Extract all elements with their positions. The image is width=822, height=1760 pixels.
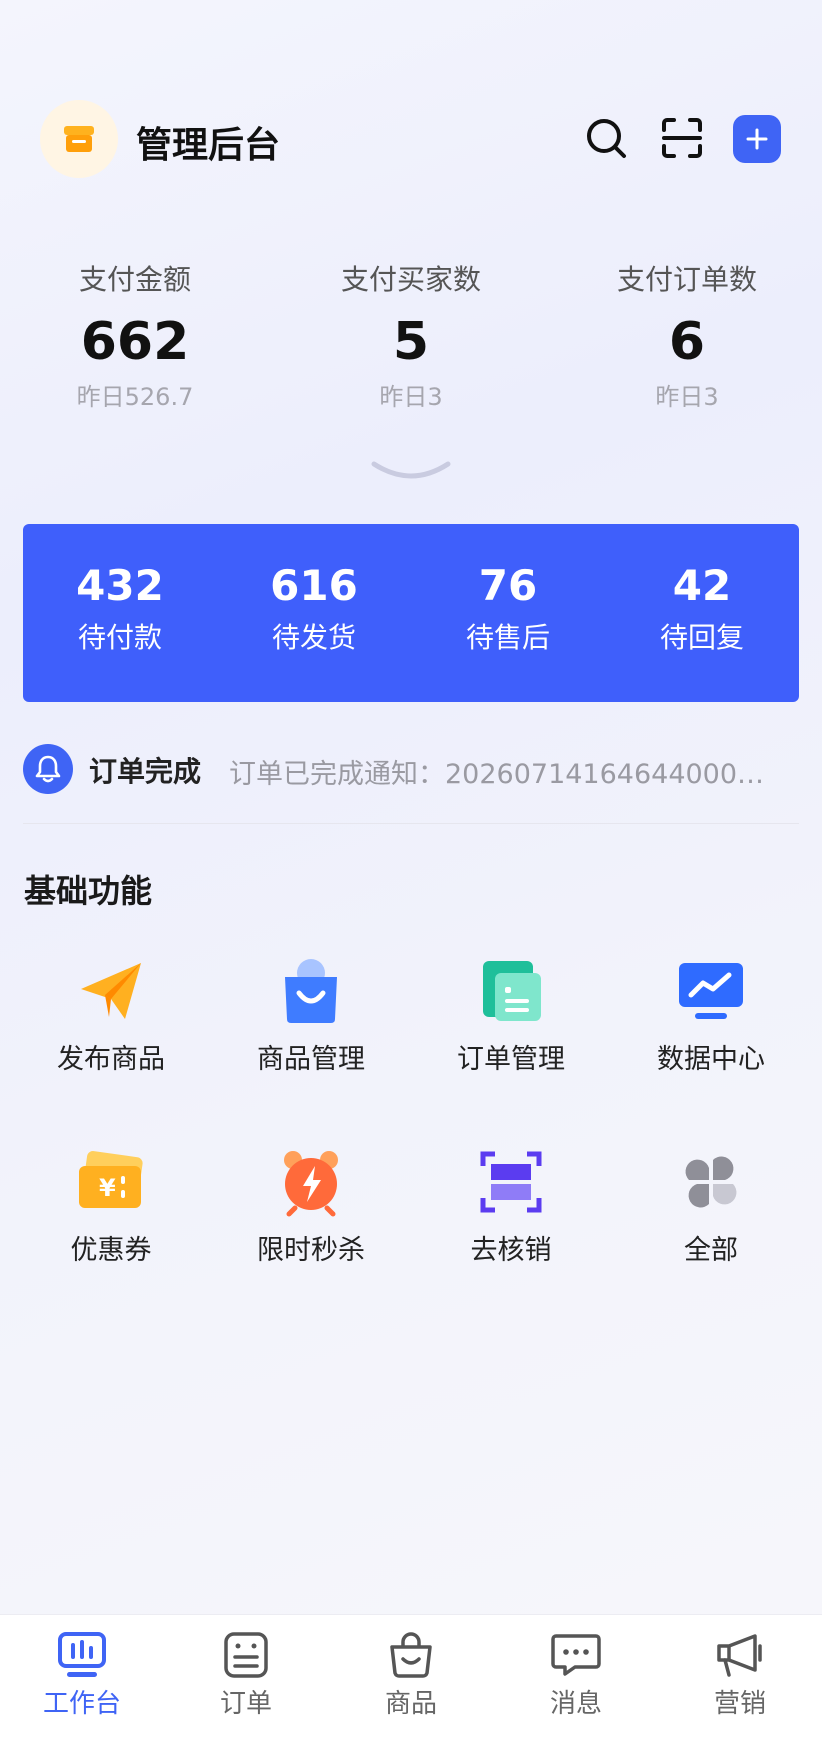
coupon-icon: ¥ xyxy=(79,1151,143,1208)
stat-pay-amount[interactable]: 支付金额 662 昨日526.7 xyxy=(10,260,260,414)
store-icon xyxy=(64,126,94,152)
expand-stats-button[interactable] xyxy=(370,458,452,492)
add-button[interactable] xyxy=(733,115,781,163)
megaphone-icon xyxy=(717,1634,762,1677)
tab-messages[interactable]: 消息 xyxy=(494,1615,658,1723)
order-status-label: 待回复 xyxy=(659,621,744,654)
stat-value: 6 xyxy=(668,312,706,372)
plus-icon xyxy=(746,128,768,150)
func-label: 数据中心 xyxy=(657,1044,765,1075)
message-icon xyxy=(551,1634,601,1676)
paper-plane-icon xyxy=(81,963,141,1019)
bell-icon xyxy=(35,755,61,783)
tab-label: 营销 xyxy=(713,1689,766,1719)
notice-title: 订单完成 xyxy=(89,755,202,788)
store-logo xyxy=(40,100,118,178)
func-label: 商品管理 xyxy=(257,1044,365,1075)
page-title: 管理后台 xyxy=(136,125,281,166)
app-header: 管理后台 xyxy=(0,0,822,280)
order-status-count: 616 xyxy=(270,561,358,610)
section-title-basic-functions: 基础功能 xyxy=(24,872,153,910)
stat-label: 支付买家数 xyxy=(340,263,481,296)
dashboard-icon xyxy=(58,1632,106,1677)
stat-pay-orders[interactable]: 支付订单数 6 昨日3 xyxy=(562,260,812,414)
func-label: 订单管理 xyxy=(457,1044,565,1075)
func-label: 发布商品 xyxy=(57,1044,165,1075)
func-all[interactable]: 全部 xyxy=(611,1146,811,1270)
func-coupon[interactable]: ¥ 优惠券 xyxy=(11,1146,211,1270)
order-status-after-sale[interactable]: 76 待售后 xyxy=(411,558,605,660)
func-label: 优惠券 xyxy=(70,1235,152,1266)
data-monitor-icon xyxy=(679,963,743,1019)
bag-icon xyxy=(390,1632,432,1678)
order-icon xyxy=(224,1632,268,1678)
order-status-count: 42 xyxy=(672,561,732,610)
func-order-management[interactable]: 订单管理 xyxy=(411,955,611,1079)
order-notice[interactable]: 订单完成 订单已完成通知：20260714164644000… xyxy=(23,742,799,796)
order-status-count: 432 xyxy=(76,561,164,610)
notice-bell xyxy=(23,744,73,794)
tab-label: 消息 xyxy=(549,1689,602,1719)
tab-label: 订单 xyxy=(219,1689,272,1719)
tab-products[interactable]: 商品 xyxy=(329,1615,493,1723)
chevron-down-icon xyxy=(371,461,451,479)
bottom-tab-bar: 工作台 订单 商品 消息 营销 xyxy=(0,1614,822,1760)
order-status-panel: 432 待付款 616 待发货 76 待售后 42 待回复 xyxy=(23,524,799,702)
tab-label: 工作台 xyxy=(42,1689,121,1719)
func-label: 去核销 xyxy=(470,1235,552,1266)
search-button[interactable] xyxy=(582,114,630,162)
func-product-management[interactable]: 商品管理 xyxy=(211,955,411,1079)
payment-stats: 支付金额 662 昨日526.7 支付买家数 5 昨日3 支付订单数 6 昨日3 xyxy=(0,260,822,430)
order-list-icon xyxy=(483,961,541,1021)
order-status-label: 待发货 xyxy=(271,621,356,654)
stat-label: 支付金额 xyxy=(78,263,191,296)
order-status-pending-reply[interactable]: 42 待回复 xyxy=(605,558,799,660)
tab-workbench[interactable]: 工作台 xyxy=(0,1615,164,1723)
stat-value: 5 xyxy=(392,312,430,372)
stat-value: 662 xyxy=(80,312,190,372)
func-verify[interactable]: 去核销 xyxy=(411,1146,611,1270)
grid-all-icon xyxy=(685,1156,737,1208)
stat-pay-buyers[interactable]: 支付买家数 5 昨日3 xyxy=(286,260,536,414)
divider xyxy=(23,823,799,824)
stat-yesterday: 昨日3 xyxy=(379,383,443,411)
svg-text:¥: ¥ xyxy=(99,1174,116,1202)
func-flash-sale[interactable]: 限时秒杀 xyxy=(211,1146,411,1270)
search-icon xyxy=(587,119,626,158)
func-data-center[interactable]: 数据中心 xyxy=(611,955,811,1079)
scan-button[interactable] xyxy=(658,114,706,162)
notice-text: 订单已完成通知：20260714164644000… xyxy=(229,759,765,790)
shopping-bag-icon xyxy=(285,959,337,1023)
stat-label: 支付订单数 xyxy=(616,263,757,296)
order-status-pending-payment[interactable]: 432 待付款 xyxy=(23,558,217,660)
alarm-flash-icon xyxy=(284,1151,338,1217)
func-label: 全部 xyxy=(684,1235,738,1266)
order-status-pending-shipment[interactable]: 616 待发货 xyxy=(217,558,411,660)
tab-orders[interactable]: 订单 xyxy=(164,1615,328,1723)
func-label: 限时秒杀 xyxy=(257,1235,365,1266)
tab-marketing[interactable]: 营销 xyxy=(658,1615,822,1723)
order-status-label: 待售后 xyxy=(465,621,550,654)
scan-verify-icon xyxy=(480,1151,542,1213)
order-status-count: 76 xyxy=(478,561,538,610)
tab-label: 商品 xyxy=(384,1689,437,1719)
stat-yesterday: 昨日3 xyxy=(655,383,719,411)
scan-icon xyxy=(662,118,702,158)
order-status-label: 待付款 xyxy=(77,621,162,654)
stat-yesterday: 昨日526.7 xyxy=(76,383,194,411)
func-publish-product[interactable]: 发布商品 xyxy=(11,955,211,1079)
